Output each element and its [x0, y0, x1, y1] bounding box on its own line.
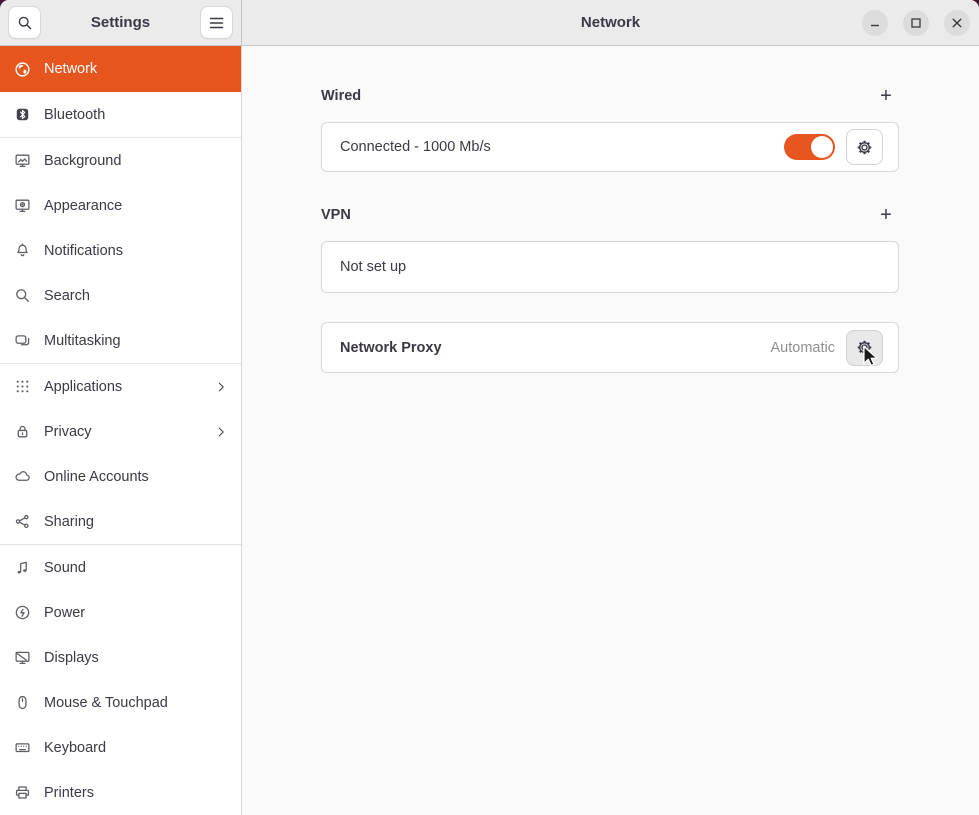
power-bolt-icon [14, 604, 31, 621]
cloud-icon [14, 468, 31, 485]
share-nodes-icon [14, 513, 31, 530]
sidebar-item-label: Applications [44, 379, 122, 395]
close-button[interactable] [944, 10, 970, 36]
sidebar-item-displays[interactable]: Displays [0, 635, 241, 680]
vpn-section-header: VPN + [321, 202, 899, 228]
sidebar-item-network[interactable]: Network [0, 46, 241, 92]
sidebar-item-sharing[interactable]: Sharing [0, 499, 241, 544]
wired-toggle[interactable] [784, 134, 835, 160]
magnifier-icon [14, 287, 31, 304]
monitor-eye-icon [14, 197, 31, 214]
sidebar-item-label: Appearance [44, 198, 122, 214]
sidebar-item-online-accounts[interactable]: Online Accounts [0, 454, 241, 499]
sidebar-item-appearance[interactable]: Appearance [0, 183, 241, 228]
chevron-right-icon [214, 380, 228, 394]
sidebar-item-label: Sharing [44, 514, 94, 530]
sidebar-item-label: Sound [44, 560, 86, 576]
sidebar-item-bluetooth[interactable]: Bluetooth [0, 92, 241, 137]
sidebar-item-label: Multitasking [44, 333, 121, 349]
wired-settings-button[interactable] [846, 129, 883, 165]
wired-connection-row: Connected - 1000 Mb/s [321, 122, 899, 172]
sidebar-item-label: Power [44, 605, 85, 621]
titlebar-left: Settings [0, 0, 242, 46]
sidebar-item-sound[interactable]: Sound [0, 545, 241, 590]
maximize-button[interactable] [903, 10, 929, 36]
vpn-status-text: Not set up [340, 259, 883, 275]
sidebar-item-applications[interactable]: Applications [0, 364, 241, 409]
search-icon [17, 15, 33, 31]
sidebar-item-label: Displays [44, 650, 99, 666]
maximize-icon [910, 17, 922, 29]
sidebar-item-label: Search [44, 288, 90, 304]
windows-icon [14, 332, 31, 349]
sidebar-item-search[interactable]: Search [0, 273, 241, 318]
window-controls [862, 0, 970, 45]
gear-icon [855, 338, 874, 357]
sidebar-item-multitasking[interactable]: Multitasking [0, 318, 241, 363]
wired-section-title: Wired [321, 88, 361, 104]
network-panel: Wired + Connected - 1000 Mb/s VPN + Not … [242, 46, 979, 815]
sidebar-item-power[interactable]: Power [0, 590, 241, 635]
vpn-section-title: VPN [321, 207, 351, 223]
sidebar: Network Bluetooth Background Appeara [0, 46, 242, 815]
sidebar-item-label: Bluetooth [44, 107, 105, 123]
primary-menu-button[interactable] [200, 6, 233, 39]
sidebar-item-keyboard[interactable]: Keyboard [0, 725, 241, 770]
display-icon [14, 649, 31, 666]
minimize-icon [869, 17, 881, 29]
add-wired-connection-button[interactable]: + [873, 83, 899, 109]
page-title: Network [581, 14, 640, 31]
sidebar-item-mouse-touchpad[interactable]: Mouse & Touchpad [0, 680, 241, 725]
music-note-icon [14, 559, 31, 576]
app-title: Settings [91, 14, 150, 31]
minimize-button[interactable] [862, 10, 888, 36]
sidebar-item-label: Notifications [44, 243, 123, 259]
network-proxy-label: Network Proxy [340, 340, 771, 356]
network-proxy-settings-button[interactable] [846, 330, 883, 366]
keyboard-icon [14, 739, 31, 756]
sidebar-item-label: Keyboard [44, 740, 106, 756]
monitor-picture-icon [14, 152, 31, 169]
add-vpn-button[interactable]: + [873, 202, 899, 228]
vpn-status-row: Not set up [321, 241, 899, 293]
mouse-icon [14, 694, 31, 711]
chevron-right-icon [214, 425, 228, 439]
close-icon [951, 17, 963, 29]
titlebar: Settings Network [0, 0, 979, 46]
sidebar-item-label: Network [44, 61, 97, 77]
sidebar-item-label: Background [44, 153, 121, 169]
search-button[interactable] [8, 6, 41, 39]
globe-icon [14, 61, 31, 78]
bluetooth-icon [14, 106, 31, 123]
sidebar-item-label: Mouse & Touchpad [44, 695, 168, 711]
grid-icon [14, 378, 31, 395]
lock-icon [14, 423, 31, 440]
hamburger-menu-icon [209, 17, 224, 29]
printer-icon [14, 784, 31, 801]
bell-icon [14, 242, 31, 259]
network-proxy-row: Network Proxy Automatic [321, 322, 899, 373]
sidebar-item-notifications[interactable]: Notifications [0, 228, 241, 273]
sidebar-item-label: Printers [44, 785, 94, 801]
wired-section-header: Wired + [321, 83, 899, 109]
sidebar-item-background[interactable]: Background [0, 138, 241, 183]
sidebar-item-printers[interactable]: Printers [0, 770, 241, 815]
toggle-knob [811, 136, 833, 158]
sidebar-item-privacy[interactable]: Privacy [0, 409, 241, 454]
sidebar-item-label: Privacy [44, 424, 92, 440]
gear-icon [855, 138, 874, 157]
settings-window: Settings Network [0, 0, 979, 815]
titlebar-right: Network [242, 0, 979, 46]
wired-connection-status: Connected - 1000 Mb/s [340, 139, 784, 155]
network-proxy-value: Automatic [771, 340, 835, 356]
sidebar-item-label: Online Accounts [44, 469, 149, 485]
